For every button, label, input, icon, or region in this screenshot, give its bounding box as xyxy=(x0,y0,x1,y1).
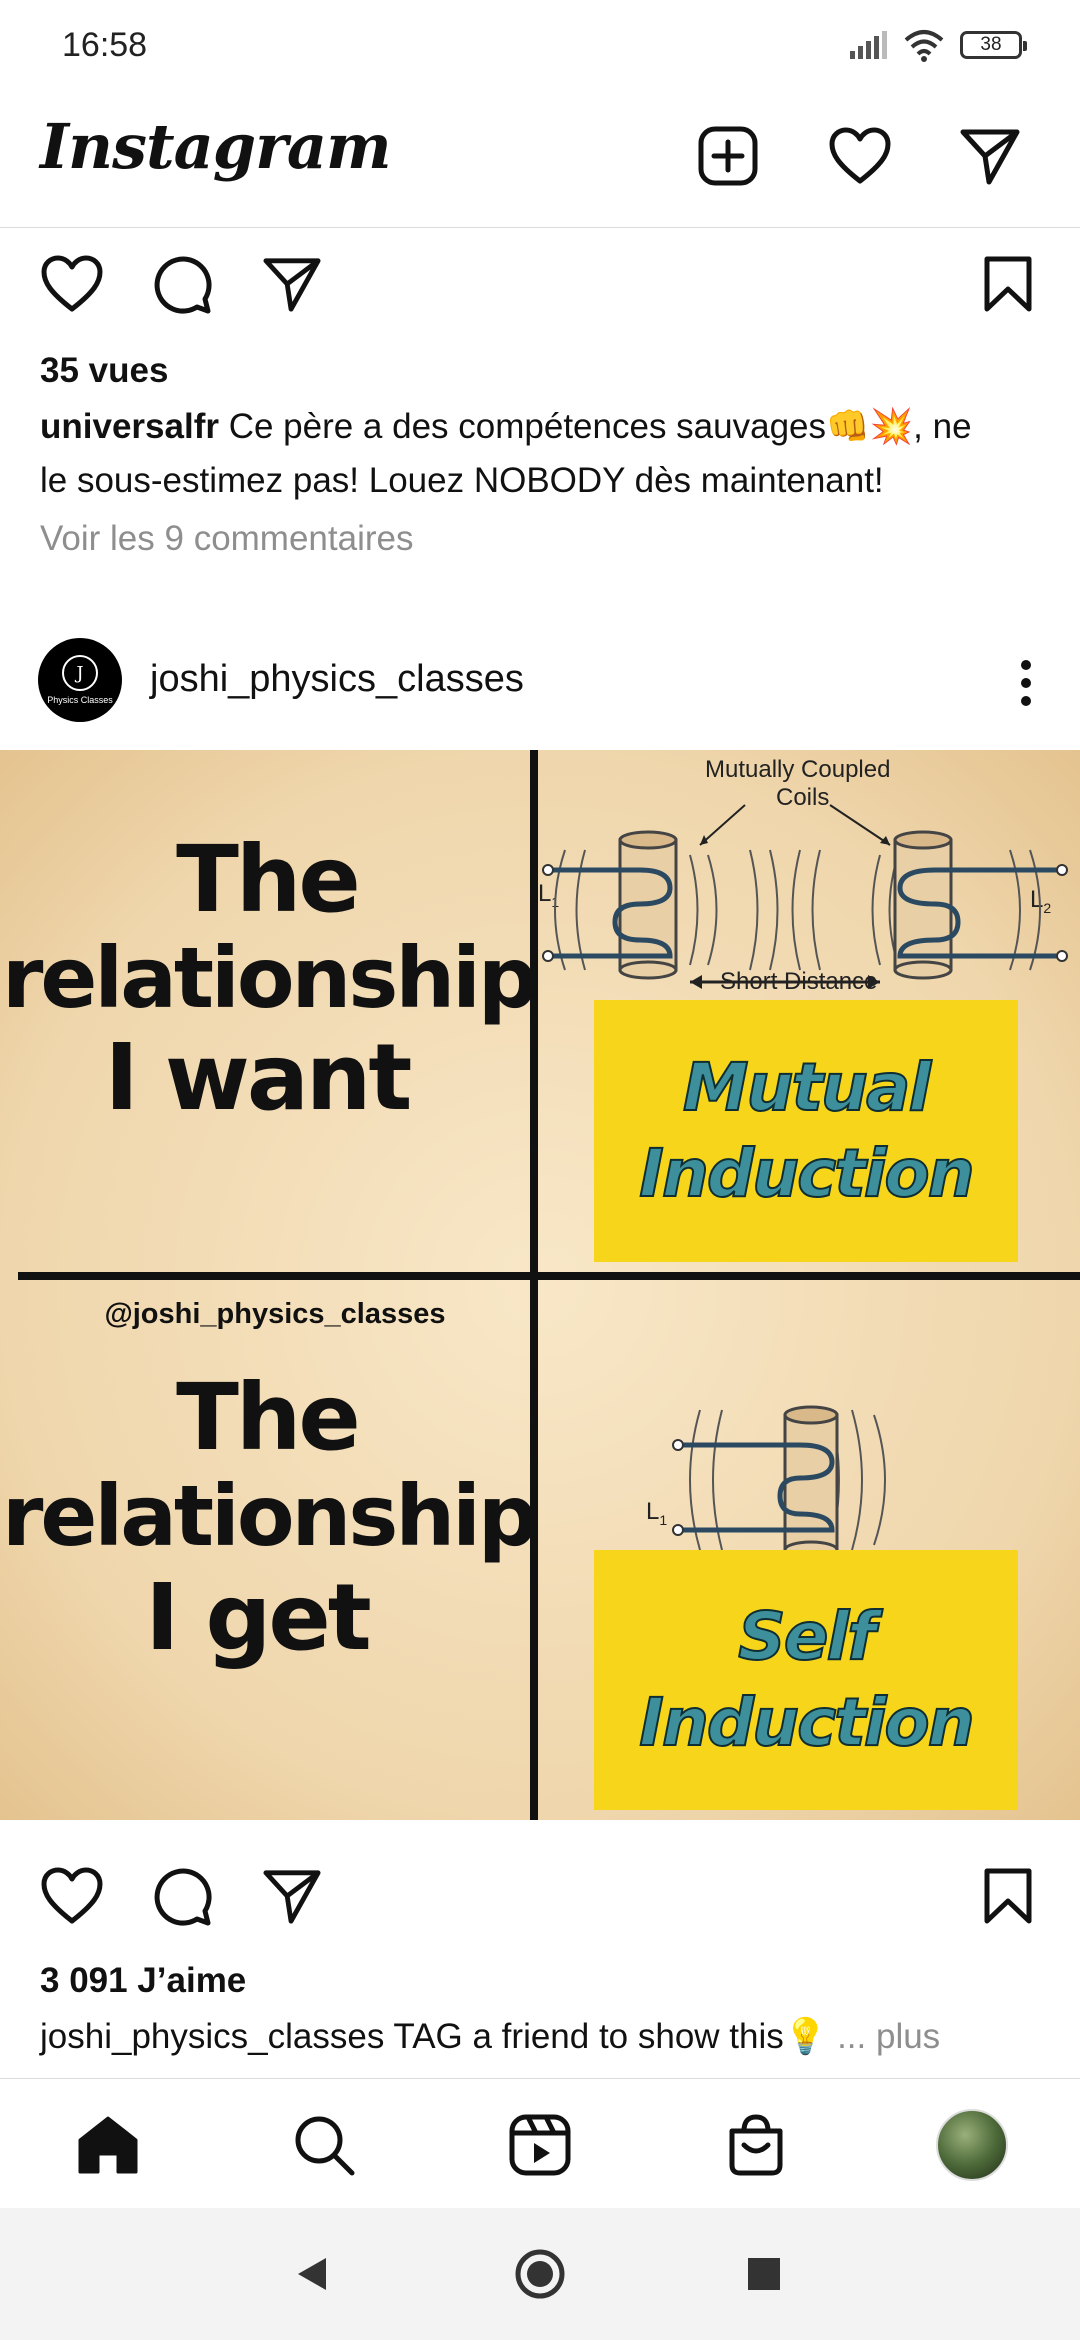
back-triangle-icon xyxy=(298,2258,326,2290)
self-induction-box: Self Induction xyxy=(594,1550,1018,1810)
system-recents-button[interactable] xyxy=(734,2244,794,2304)
prev-views: 35 vues xyxy=(40,351,169,390)
nav-search[interactable] xyxy=(282,2103,366,2187)
comment-icon xyxy=(154,256,212,314)
home-circle-icon xyxy=(515,2249,565,2299)
caption-more-link[interactable]: ... plus xyxy=(827,2017,940,2056)
reels-icon xyxy=(509,2114,571,2176)
prev-caption-line-1: universalfr Ce père a des compétences sa… xyxy=(40,400,972,454)
system-back-button[interactable] xyxy=(282,2244,342,2304)
prev-caption-username[interactable]: universalfr xyxy=(40,407,219,446)
direct-messages-button[interactable] xyxy=(952,118,1028,194)
caption-text: TAG a friend to show this💡 xyxy=(384,2017,828,2056)
prev-post-actions xyxy=(0,232,1080,332)
comment-button[interactable] xyxy=(146,1860,218,1932)
direct-message-icon xyxy=(960,129,1020,185)
post-header: J Physics Classes joshi_physics_classes xyxy=(0,620,1080,750)
status-time: 16:58 xyxy=(62,26,148,64)
app-header: Instagram xyxy=(0,92,1080,228)
recents-square-icon xyxy=(748,2258,780,2290)
heart-icon xyxy=(41,255,103,312)
share-icon xyxy=(263,258,321,312)
prev-like-button[interactable] xyxy=(36,248,108,320)
meme-the-bottom: The xyxy=(176,1364,361,1471)
bookmark-icon xyxy=(984,1868,1032,1924)
home-icon xyxy=(78,2116,138,2174)
post-username[interactable]: joshi_physics_classes xyxy=(150,658,524,701)
prev-save-button[interactable] xyxy=(972,248,1044,320)
label-mutually-coupled: Mutually Coupled xyxy=(705,756,891,783)
profile-avatar xyxy=(936,2109,1008,2181)
self-label: Self xyxy=(737,1597,877,1676)
meme-the-top: The xyxy=(176,826,361,933)
mutual-induction-box: Mutual Induction xyxy=(594,1000,1018,1262)
nav-shop[interactable] xyxy=(714,2103,798,2187)
prev-comment-button[interactable] xyxy=(146,248,218,320)
meme-want: I want xyxy=(104,1024,413,1131)
prev-caption-text-1: Ce père a des compétences sauvages👊💥, ne xyxy=(218,407,972,446)
heart-icon xyxy=(41,1867,103,1924)
self-coil-diagram xyxy=(672,1405,886,1560)
shop-icon xyxy=(729,2114,783,2176)
share-button[interactable] xyxy=(256,1860,328,1932)
system-nav-bar xyxy=(0,2208,1080,2340)
post-image[interactable]: The relationship I want @joshi_physics_c… xyxy=(0,750,1080,1820)
bottom-nav xyxy=(0,2078,1080,2208)
new-post-button[interactable] xyxy=(690,118,766,194)
avatar-monogram: J xyxy=(62,655,98,691)
battery-indicator: 38 xyxy=(960,31,1027,59)
more-options-icon xyxy=(1021,660,1031,706)
system-home-button[interactable] xyxy=(510,2244,570,2304)
prev-comments-link[interactable]: Voir les 9 commentaires xyxy=(40,512,413,566)
meme-relationship-bottom: relationship xyxy=(2,1467,538,1565)
mutual-coils-diagram xyxy=(542,804,1068,989)
induction-label-bottom: Induction xyxy=(638,1683,975,1762)
meme-relationship-top: relationship xyxy=(2,929,538,1027)
save-button[interactable] xyxy=(972,1860,1044,1932)
prev-caption-line-2: le sous-estimez pas! Louez NOBODY dès ma… xyxy=(40,461,884,500)
post-likes[interactable]: 3 091 J’aime xyxy=(40,1954,246,2008)
prev-share-button[interactable] xyxy=(256,248,328,320)
avatar-text: Physics Classes xyxy=(47,695,113,705)
share-icon xyxy=(263,1870,321,1924)
like-button[interactable] xyxy=(36,1860,108,1932)
activity-heart-icon xyxy=(829,127,891,184)
post-more-button[interactable] xyxy=(996,648,1056,718)
nav-profile[interactable] xyxy=(930,2103,1014,2187)
status-icons: 38 xyxy=(848,28,1027,62)
battery-level: 38 xyxy=(980,34,1002,55)
bookmark-icon xyxy=(984,256,1032,312)
nav-home[interactable] xyxy=(66,2103,150,2187)
post-actions xyxy=(0,1844,1080,1944)
status-bar: 16:58 38 xyxy=(0,0,1080,92)
meme-watermark: @joshi_physics_classes xyxy=(104,1298,446,1330)
signal-icon xyxy=(850,31,887,59)
induction-label-top: Induction xyxy=(638,1134,975,1213)
post-avatar[interactable]: J Physics Classes xyxy=(38,638,122,722)
search-icon xyxy=(295,2116,355,2176)
new-post-icon xyxy=(698,126,758,186)
nav-reels[interactable] xyxy=(498,2103,582,2187)
meme-get: I get xyxy=(145,1564,372,1671)
caption-username[interactable]: joshi_physics_classes xyxy=(40,2017,384,2056)
instagram-logo[interactable]: Instagram xyxy=(40,110,392,183)
post-caption: joshi_physics_classes TAG a friend to sh… xyxy=(40,2010,940,2064)
mutual-label: Mutual xyxy=(682,1048,932,1127)
activity-button[interactable] xyxy=(822,118,898,194)
image-divider-horizontal xyxy=(18,1272,1080,1280)
wifi-icon xyxy=(904,30,944,62)
comment-icon xyxy=(154,1868,212,1926)
